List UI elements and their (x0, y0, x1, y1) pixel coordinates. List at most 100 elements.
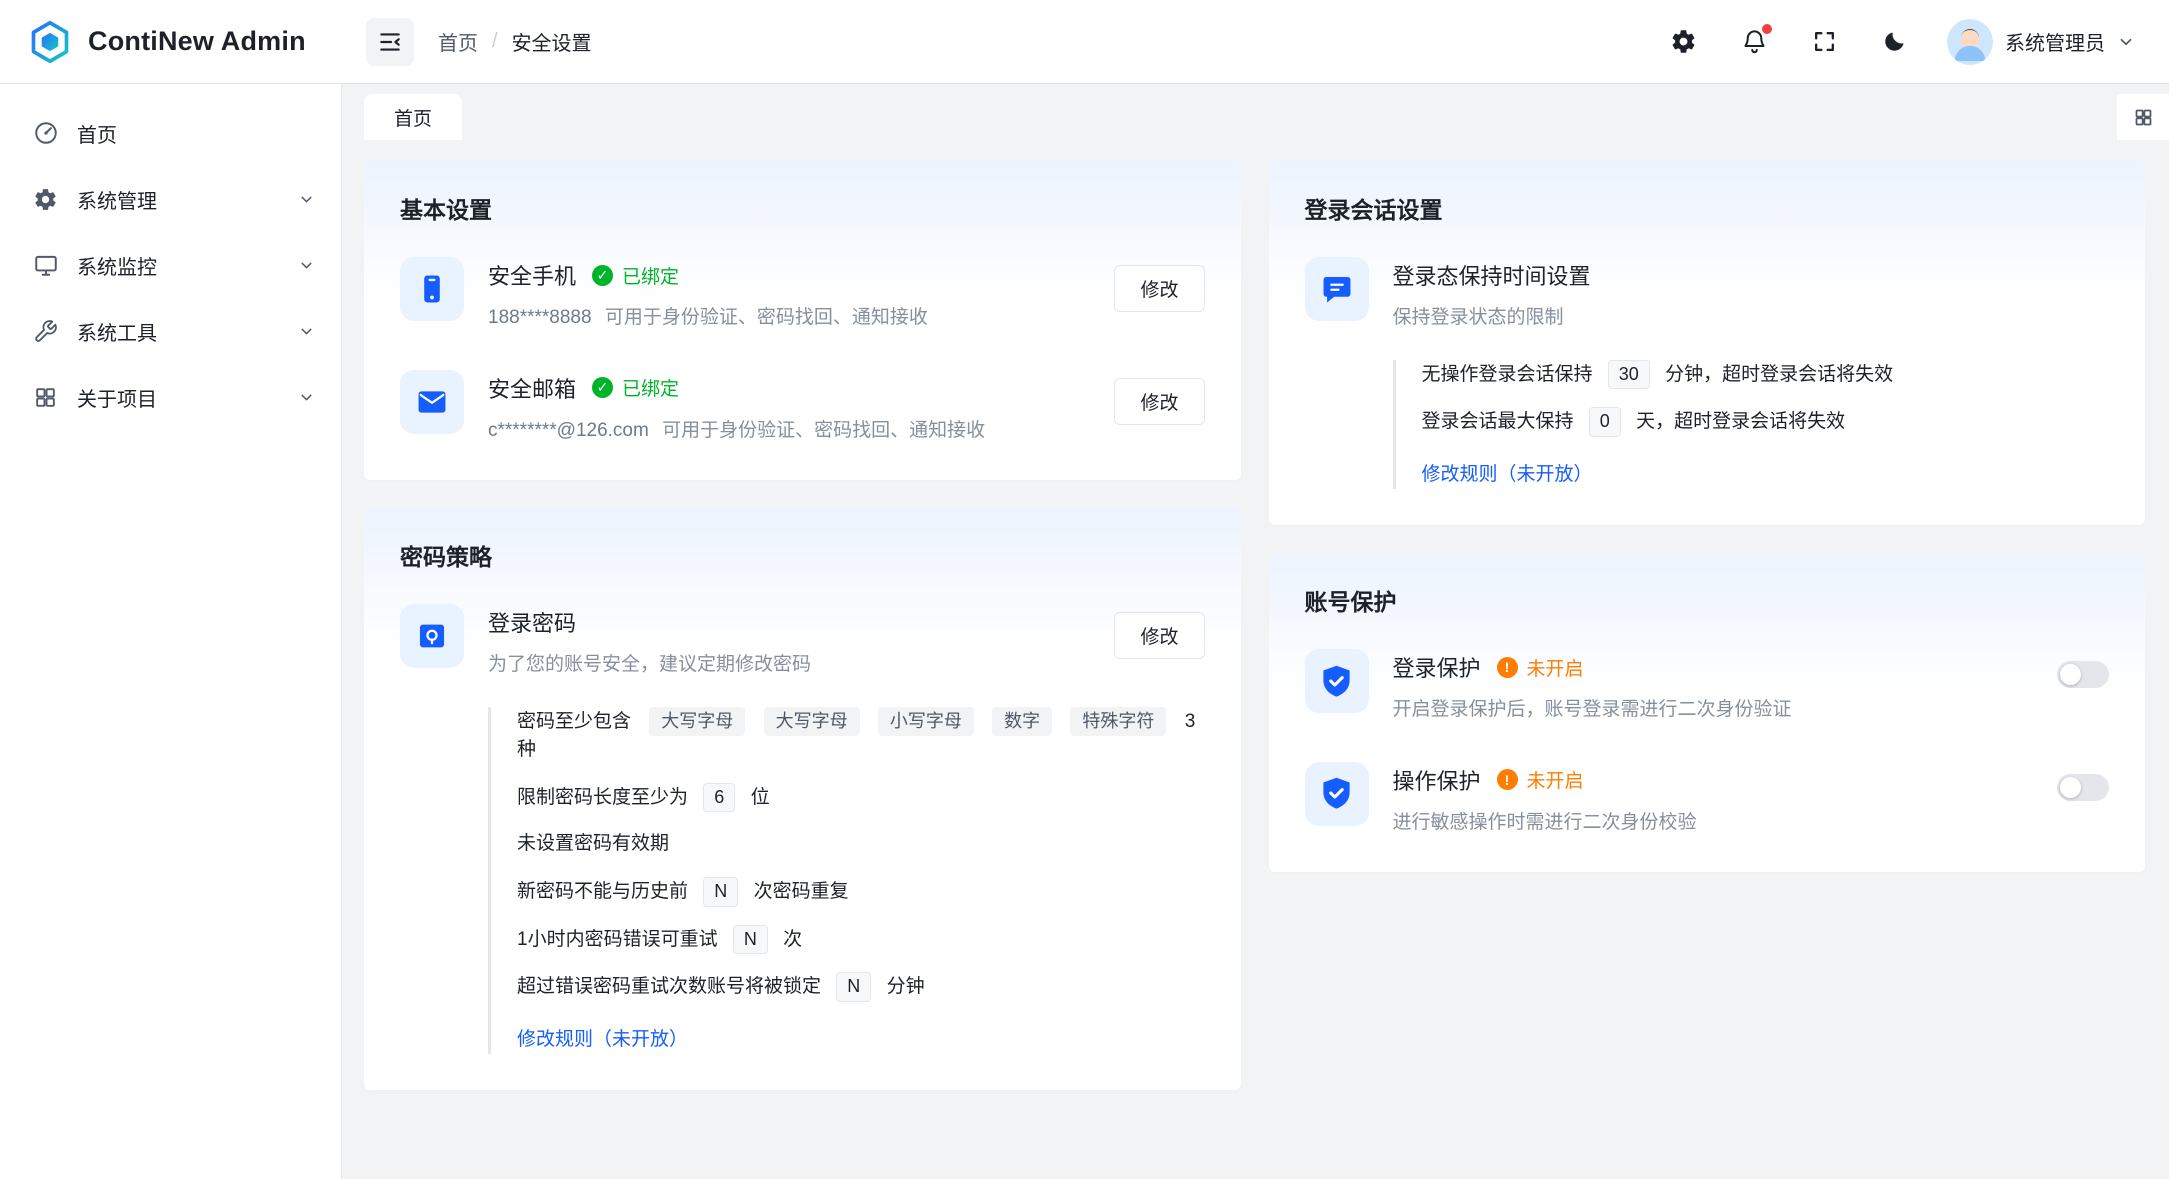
history-value: N (703, 877, 738, 907)
sidebar-item-label: 首页 (77, 119, 117, 148)
sidebar-item-system-monitor[interactable]: 系统监控 (0, 232, 341, 298)
safe-icon (400, 604, 464, 668)
top-header: ContiNew Admin 首页 / 安全设置 (0, 0, 2169, 84)
fullscreen-button[interactable] (1808, 25, 1841, 58)
moon-icon (1881, 29, 1907, 55)
session-rule-max: 登录会话最大保持 0 天，超时登录会话将失效 (1422, 407, 2110, 437)
password-rule-complexity: 密码至少包含 大写字母 大写字母 小写字母 数字 特殊字符 3种 (517, 707, 1205, 765)
login-protection-toggle[interactable] (2057, 661, 2109, 688)
max-days-value: 0 (1589, 407, 1621, 437)
operation-protection-toggle[interactable] (2057, 774, 2109, 801)
modify-email-button[interactable]: 修改 (1114, 378, 1204, 425)
retry-value: N (733, 925, 768, 955)
breadcrumb-home[interactable]: 首页 (438, 27, 478, 56)
card-title: 登录会话设置 (1305, 191, 2110, 225)
idle-minutes-value: 30 (1608, 360, 1650, 390)
card-basic-settings: 基本设置 安全手机 (364, 161, 1241, 480)
user-menu[interactable]: 系统管理员 (1947, 19, 2135, 65)
monitor-icon (32, 252, 59, 278)
setting-desc: c********@126.com 可用于身份验证、密码找回、通知接收 (488, 418, 1090, 445)
main-area: 首页 (342, 84, 2169, 1179)
password-rule-length: 限制密码长度至少为 6 位 (517, 783, 1205, 813)
app-logo-icon (28, 20, 72, 64)
setting-title: 安全邮箱 (488, 372, 576, 404)
bound-status-badge: ✓ 已绑定 (592, 374, 679, 401)
settings-button[interactable] (1666, 24, 1701, 59)
app-window: ContiNew Admin 首页 / 安全设置 (0, 0, 2169, 1179)
sidebar: 首页 系统管理 系统监控 (0, 84, 342, 1179)
tab-home[interactable]: 首页 (364, 94, 462, 140)
breadcrumb: 首页 / 安全设置 (438, 27, 592, 56)
operation-protection-row: 操作保护 ! 未开启 进行敏感操作时需进行二次身份校验 (1305, 762, 2110, 837)
username: 系统管理员 (2005, 27, 2105, 56)
sidebar-collapse-button[interactable] (366, 18, 414, 66)
password-rule-expire: 未设置密码有效期 (517, 830, 1205, 859)
tab-label: 首页 (394, 104, 432, 131)
setting-desc: 开启登录保护后，账号登录需进行二次身份验证 (1393, 697, 2034, 724)
setting-desc: 保持登录状态的限制 (1393, 305, 2110, 332)
password-rule-retry: 1小时内密码错误可重试 N 次 (517, 925, 1205, 955)
chevron-down-icon (298, 323, 315, 340)
modify-rules-link[interactable]: 修改规则（未开放） (1422, 461, 1593, 490)
sidebar-item-system-management[interactable]: 系统管理 (0, 166, 341, 232)
lock-value: N (836, 972, 871, 1002)
email-value: c********@126.com (488, 420, 649, 441)
session-keep-row: 登录态保持时间设置 保持登录状态的限制 (1305, 257, 2110, 332)
chevron-down-icon (298, 191, 315, 208)
chevron-down-icon (298, 389, 315, 406)
security-phone-row: 安全手机 ✓ 已绑定 188****8888 可用于身份验证、密码找回、通知接收 (400, 257, 1205, 332)
tab-layout-button[interactable] (2117, 94, 2169, 140)
password-tag: 小写字母 (878, 707, 974, 737)
setting-title: 操作保护 (1393, 764, 1481, 796)
gear-icon (32, 187, 59, 212)
sidebar-item-label: 关于项目 (77, 383, 157, 412)
setting-desc: 进行敏感操作时需进行二次身份校验 (1393, 810, 2034, 837)
card-account-protection: 账号保护 登录保护 (1269, 553, 2146, 872)
tab-bar: 首页 (342, 84, 2169, 140)
sidebar-item-about-project[interactable]: 关于项目 (0, 364, 341, 430)
sidebar-item-system-tools[interactable]: 系统工具 (0, 298, 341, 364)
chevron-down-icon (298, 257, 315, 274)
sidebar-item-label: 系统工具 (77, 317, 157, 346)
toggle-knob (2060, 664, 2081, 685)
gear-icon (1670, 28, 1697, 55)
sidebar-item-home[interactable]: 首页 (0, 100, 341, 166)
warning-circle-icon: ! (1497, 657, 1518, 678)
modify-rules-link[interactable]: 修改规则（未开放） (517, 1026, 688, 1055)
breadcrumb-current: 安全设置 (512, 27, 592, 56)
chevron-down-icon (2117, 33, 2135, 51)
toggle-knob (2060, 777, 2081, 798)
password-tag: 大写字母 (764, 707, 860, 737)
warning-circle-icon: ! (1497, 769, 1518, 790)
card-title: 账号保护 (1305, 583, 2110, 617)
modify-phone-button[interactable]: 修改 (1114, 265, 1204, 312)
password-tag: 特殊字符 (1070, 707, 1166, 737)
sidebar-item-label: 系统管理 (77, 185, 157, 214)
login-protection-row: 登录保护 ! 未开启 开启登录保护后，账号登录需进行二次身份验证 (1305, 649, 2110, 724)
setting-desc: 为了您的账号安全，建议定期修改密码 (488, 652, 1090, 679)
check-circle-icon: ✓ (592, 265, 613, 286)
session-rules: 无操作登录会话保持 30 分钟，超时登录会话将失效 登录会话最大保持 0 天，超… (1393, 360, 2110, 490)
notifications-button[interactable] (1737, 24, 1772, 59)
password-rules: 密码至少包含 大写字母 大写字母 小写字母 数字 特殊字符 3种 限制密码长度至… (488, 707, 1205, 1054)
grid-icon (2133, 107, 2154, 128)
page-content: 基本设置 安全手机 (342, 140, 2169, 1179)
password-rule-history: 新密码不能与历史前 N 次密码重复 (517, 877, 1205, 907)
menu-fold-icon (377, 29, 403, 55)
modify-password-button[interactable]: 修改 (1114, 612, 1204, 659)
card-session-settings: 登录会话设置 登录态保持时间设置 (1269, 161, 2146, 525)
password-tag: 数字 (992, 707, 1052, 737)
setting-title: 安全手机 (488, 259, 576, 291)
app-title: ContiNew Admin (88, 26, 306, 57)
length-value: 6 (703, 783, 735, 813)
card-title: 基本设置 (400, 191, 1205, 225)
setting-title: 登录保护 (1393, 651, 1481, 683)
not-enabled-badge: ! 未开启 (1497, 654, 1584, 681)
session-rule-idle: 无操作登录会话保持 30 分钟，超时登录会话将失效 (1422, 360, 2110, 390)
sidebar-item-label: 系统监控 (77, 251, 157, 280)
notification-dot (1762, 24, 1772, 34)
logo-area[interactable]: ContiNew Admin (0, 0, 342, 83)
not-enabled-badge: ! 未开启 (1497, 766, 1584, 793)
dark-mode-button[interactable] (1877, 25, 1911, 59)
header-actions: 系统管理员 (1666, 19, 2169, 65)
